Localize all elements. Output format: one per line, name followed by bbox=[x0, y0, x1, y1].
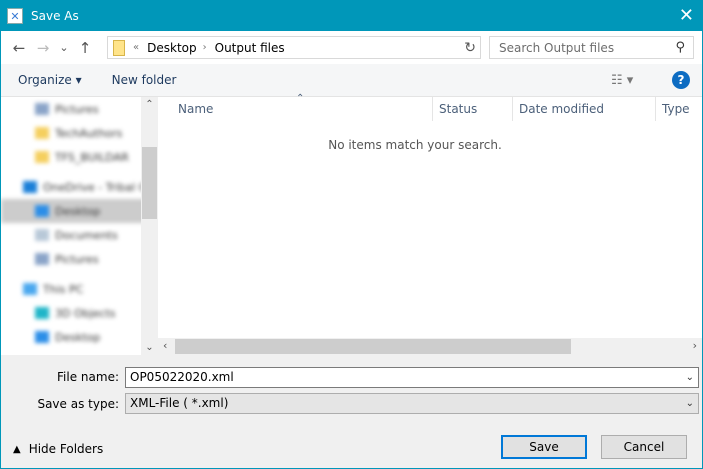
horizontal-scrollbar[interactable]: ‹ › bbox=[158, 338, 702, 355]
sort-ascending-icon: ⌃ bbox=[296, 93, 305, 104]
up-button[interactable]: ↑ bbox=[73, 39, 97, 57]
folder-icon bbox=[35, 151, 49, 163]
desktop-icon bbox=[35, 205, 49, 217]
navigation-bar: ← → ⌄ ↑ « Desktop › Output files ↻ Searc… bbox=[1, 31, 702, 64]
navigation-pane: Pictures TechAuthors TFS_BUILDAR OneDriv… bbox=[1, 97, 158, 355]
folder-icon bbox=[35, 127, 49, 139]
sidebar-item[interactable]: TFS_BUILDAR bbox=[1, 145, 158, 169]
empty-message: No items match your search. bbox=[328, 138, 502, 152]
view-options-button[interactable]: ☷ ▾ bbox=[611, 73, 633, 88]
file-name-label: File name: bbox=[57, 370, 119, 384]
scrollbar-thumb[interactable] bbox=[142, 147, 157, 219]
scroll-left-icon[interactable]: ‹ bbox=[163, 339, 167, 352]
sidebar-item[interactable]: Desktop bbox=[1, 325, 158, 349]
organize-button[interactable]: Organize ▾ bbox=[18, 73, 82, 87]
save-button[interactable]: Save bbox=[501, 435, 587, 459]
sidebar-scrollbar[interactable]: ⌃ ⌄ bbox=[141, 97, 158, 355]
column-status[interactable]: Status bbox=[433, 97, 513, 121]
app-icon: ✕ bbox=[7, 8, 23, 24]
scroll-right-icon[interactable]: › bbox=[693, 339, 697, 352]
sidebar-item[interactable]: 3D Objects bbox=[1, 301, 158, 325]
search-icon: ⚲ bbox=[675, 40, 685, 55]
sidebar-item[interactable]: Pictures bbox=[1, 247, 158, 271]
hide-folders-button[interactable]: ▲ Hide Folders bbox=[13, 442, 103, 456]
title-bar: ✕ Save As ✕ bbox=[1, 1, 702, 31]
3d-objects-icon bbox=[35, 307, 49, 319]
toolbar: Organize ▾ New folder ☷ ▾ ? bbox=[1, 64, 702, 97]
sidebar-item[interactable]: Documents bbox=[1, 223, 158, 247]
address-bar[interactable]: « Desktop › Output files ↻ bbox=[107, 36, 481, 59]
sidebar-item[interactable]: TechAuthors bbox=[1, 121, 158, 145]
cloud-icon bbox=[23, 181, 37, 193]
overflow-chevron[interactable]: « bbox=[133, 42, 139, 53]
breadcrumb-output-files[interactable]: Output files bbox=[215, 41, 285, 55]
sidebar-item[interactable]: This PC bbox=[1, 277, 158, 301]
desktop-icon bbox=[35, 331, 49, 343]
folder-icon bbox=[113, 39, 125, 56]
documents-icon bbox=[35, 229, 49, 241]
help-button[interactable]: ? bbox=[672, 71, 690, 89]
column-type[interactable]: Type bbox=[656, 97, 702, 121]
close-button[interactable]: ✕ bbox=[679, 5, 694, 26]
column-headers: Name ⌃ Status Date modified Type bbox=[158, 93, 702, 121]
column-name[interactable]: Name ⌃ bbox=[158, 93, 433, 121]
chevron-down-icon[interactable]: ⌄ bbox=[686, 368, 694, 387]
chevron-down-icon: ⌄ bbox=[685, 398, 694, 409]
sidebar-item[interactable]: OneDrive - Tribal G bbox=[1, 175, 158, 199]
computer-icon bbox=[23, 283, 37, 295]
scroll-down-icon[interactable]: ⌄ bbox=[141, 342, 158, 353]
chevron-up-icon: ▲ bbox=[13, 443, 21, 455]
scrollbar-thumb[interactable] bbox=[175, 339, 571, 354]
pictures-icon bbox=[35, 103, 49, 115]
file-name-input[interactable]: OP05022020.xml ⌄ bbox=[125, 367, 699, 388]
column-date-modified[interactable]: Date modified bbox=[513, 97, 656, 121]
sidebar-item[interactable]: Desktop bbox=[1, 199, 158, 223]
back-button[interactable]: ← bbox=[7, 39, 31, 57]
save-as-type-label: Save as type: bbox=[37, 397, 119, 411]
new-folder-button[interactable]: New folder bbox=[112, 73, 177, 87]
scroll-up-icon[interactable]: ⌃ bbox=[141, 99, 158, 110]
recent-locations-button[interactable]: ⌄ bbox=[55, 41, 73, 54]
window-title: Save As bbox=[31, 9, 79, 23]
breadcrumb-desktop[interactable]: Desktop bbox=[147, 41, 197, 55]
chevron-right-icon: › bbox=[202, 42, 207, 53]
search-input[interactable]: Search Output files ⚲ bbox=[489, 36, 694, 59]
save-as-type-select[interactable]: XML-File ( *.xml) ⌄ bbox=[125, 393, 699, 414]
forward-button[interactable]: → bbox=[31, 39, 55, 57]
search-placeholder: Search Output files bbox=[499, 40, 615, 55]
refresh-button[interactable]: ↻ bbox=[464, 40, 476, 56]
file-list: Name ⌃ Status Date modified Type No items… bbox=[158, 93, 702, 355]
pictures-icon bbox=[35, 253, 49, 265]
sidebar-item[interactable]: Pictures bbox=[1, 97, 158, 121]
cancel-button[interactable]: Cancel bbox=[601, 435, 687, 459]
